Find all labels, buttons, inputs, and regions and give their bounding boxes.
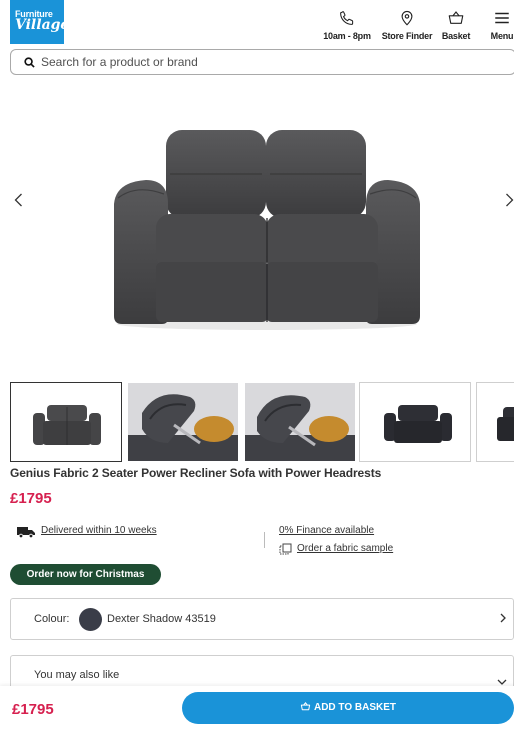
- chevron-right-icon: [500, 613, 506, 623]
- image-thumbnail-strip: [10, 382, 514, 462]
- search-icon: [24, 57, 35, 68]
- fabric-sample-link[interactable]: Order a fabric sample: [297, 543, 393, 554]
- next-image-arrow-icon[interactable]: [499, 190, 514, 210]
- you-may-also-like-label: You may also like: [34, 669, 120, 681]
- fabric-sample-icon: [279, 543, 292, 555]
- sticky-add-to-basket-bar: £1795 ADD TO BASKET: [0, 686, 514, 736]
- thumbnail-3[interactable]: [244, 382, 356, 462]
- main-product-image[interactable]: [106, 122, 428, 334]
- thumbnail-5[interactable]: [476, 382, 514, 462]
- colour-swatch: [79, 608, 102, 631]
- colour-selector[interactable]: Colour: Dexter Shadow 43519: [10, 598, 514, 640]
- store-finder-link[interactable]: Store Finder: [380, 9, 434, 41]
- finance-link[interactable]: 0% Finance available: [279, 525, 374, 536]
- thumbnail-headrest-angle-image: [245, 383, 355, 461]
- hamburger-menu-icon: [495, 12, 509, 24]
- menu-label: Menu: [490, 31, 514, 41]
- location-pin-icon: [401, 10, 413, 26]
- info-divider: [264, 532, 265, 548]
- thumbnail-2[interactable]: [127, 382, 239, 462]
- product-title: Genius Fabric 2 Seater Power Recliner So…: [10, 466, 382, 480]
- basket-link[interactable]: Basket: [440, 9, 472, 41]
- add-to-basket-label: ADD TO BASKET: [313, 702, 397, 713]
- colour-label: Colour:: [34, 613, 70, 625]
- site-header: Furniture Village 10am - 8pm Store Finde…: [0, 0, 514, 46]
- chevron-down-icon: [497, 679, 507, 685]
- product-image-carousel: [0, 80, 514, 376]
- bottom-bar-price: £1795: [12, 701, 54, 718]
- thumbnail-sofa-side-image: [497, 407, 514, 441]
- thumbnail-1[interactable]: [10, 382, 122, 462]
- previous-image-arrow-icon[interactable]: [9, 190, 29, 210]
- search-input[interactable]: [41, 53, 501, 71]
- phone-icon: [340, 11, 354, 25]
- christmas-order-badge: Order now for Christmas: [10, 564, 161, 585]
- thumbnail-sofa-front-image: [33, 405, 101, 445]
- search-bar[interactable]: [10, 49, 514, 75]
- basket-icon: [300, 702, 311, 711]
- colour-value: Dexter Shadow 43519: [107, 613, 216, 625]
- phone-hours-label: 10am - 8pm: [323, 31, 371, 41]
- product-price: £1795: [10, 490, 52, 507]
- add-to-basket-button[interactable]: ADD TO BASKET: [182, 692, 514, 724]
- thumbnail-sofa-angle-image: [384, 405, 452, 443]
- delivery-time-link[interactable]: Delivered within 10 weeks: [41, 525, 157, 536]
- phone-link[interactable]: 10am - 8pm: [322, 9, 372, 41]
- logo-line-2: Village: [15, 17, 70, 33]
- store-finder-label: Store Finder: [381, 31, 433, 41]
- basket-label: Basket: [441, 31, 471, 41]
- basket-icon: [448, 11, 464, 24]
- thumbnail-headrest-detail-image: [128, 383, 238, 461]
- thumbnail-4[interactable]: [359, 382, 471, 462]
- menu-button[interactable]: Menu: [490, 9, 514, 41]
- delivery-truck-icon: [17, 527, 35, 538]
- furniture-village-logo[interactable]: Furniture Village: [10, 0, 69, 44]
